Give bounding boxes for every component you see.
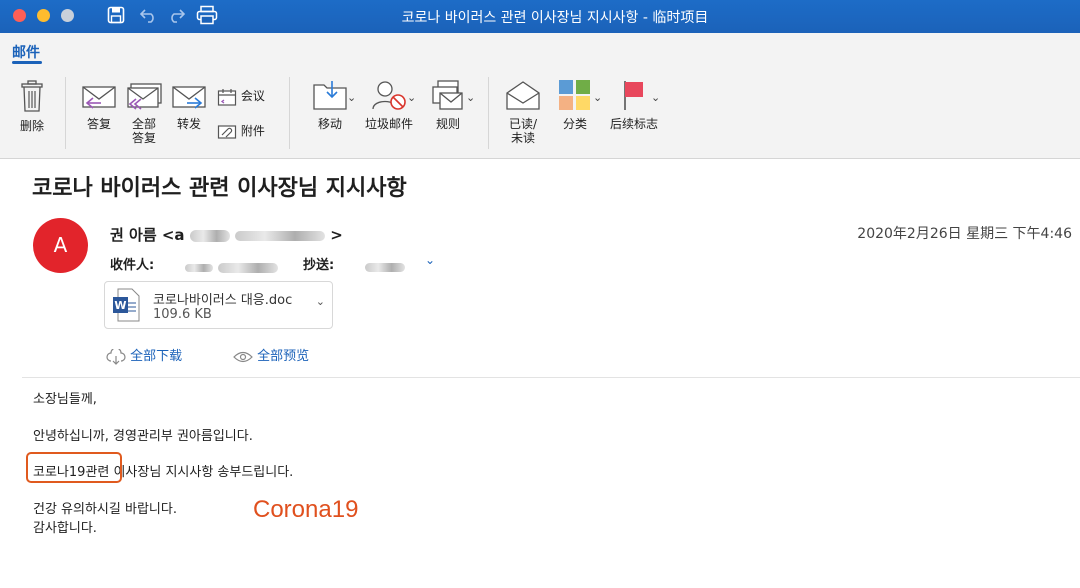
svg-text:W: W bbox=[114, 299, 126, 312]
preview-all-label: 全部预览 bbox=[257, 349, 310, 364]
attachment-button[interactable]: 附件 bbox=[217, 122, 265, 140]
read-unread-button[interactable]: 已读/ 未读 bbox=[503, 79, 543, 145]
message-subject: 코로나 바이러스 관련 이사장님 지시사항 bbox=[32, 176, 407, 201]
move-folder-icon bbox=[313, 81, 347, 110]
word-doc-icon: W bbox=[113, 288, 140, 322]
tab-underline bbox=[12, 61, 42, 64]
tab-mail[interactable]: 邮件 bbox=[12, 42, 40, 62]
attachment-card[interactable]: W 코로나바이러스 대응.doc 109.6 KB ⌄ bbox=[104, 281, 333, 329]
ribbon-separator bbox=[65, 77, 66, 149]
title-bar: 코로나 바이러스 관련 이사장님 지시사항 - 临时项目 bbox=[0, 0, 1080, 33]
to-recipients[interactable] bbox=[185, 257, 279, 276]
move-dropdown-icon[interactable]: ⌄ bbox=[347, 91, 356, 104]
categorize-button[interactable]: 分类 bbox=[553, 79, 597, 131]
body-closing-1: 건강 유의하시길 바랍니다. bbox=[33, 502, 177, 517]
meeting-button[interactable]: 会议 bbox=[217, 87, 265, 106]
forward-label: 转发 bbox=[176, 117, 201, 131]
reply-all-label-1: 全部 bbox=[131, 117, 156, 131]
download-all-link[interactable]: 全部下载 bbox=[106, 345, 182, 365]
cc-label: 抄送: bbox=[303, 258, 335, 273]
ribbon-separator bbox=[289, 77, 290, 149]
junk-button[interactable]: 垃圾邮件 bbox=[360, 79, 418, 131]
categorize-label: 分类 bbox=[562, 117, 587, 131]
flag-icon bbox=[624, 81, 643, 110]
sender-avatar: A bbox=[33, 218, 88, 273]
attachment-icon bbox=[217, 124, 237, 139]
to-label: 收件人: bbox=[110, 258, 155, 273]
eye-icon bbox=[233, 351, 253, 362]
followup-button[interactable]: 后续标志 bbox=[606, 79, 662, 131]
junk-icon bbox=[372, 81, 406, 110]
redacted-recipient bbox=[365, 263, 405, 272]
junk-label: 垃圾邮件 bbox=[364, 117, 413, 131]
cloud-download-icon bbox=[106, 346, 126, 365]
read-unread-label-2: 未读 bbox=[510, 131, 535, 145]
open-envelope-icon bbox=[506, 81, 540, 110]
redacted-recipient bbox=[185, 263, 213, 272]
meeting-label: 会议 bbox=[240, 89, 265, 103]
rules-dropdown-icon[interactable]: ⌄ bbox=[466, 91, 475, 104]
attachment-size: 109.6 KB bbox=[153, 307, 212, 322]
reply-all-icon bbox=[127, 83, 162, 110]
sender-end: > bbox=[330, 226, 343, 244]
move-label: 移动 bbox=[317, 117, 342, 131]
trash-icon bbox=[21, 80, 43, 112]
reply-button[interactable]: 答复 bbox=[79, 81, 119, 131]
move-button[interactable]: 移动 bbox=[304, 79, 356, 131]
redacted-recipient bbox=[218, 262, 279, 273]
forward-icon bbox=[172, 86, 206, 109]
header-divider bbox=[22, 377, 1080, 378]
body-intro: 안녕하십니까, 경영관리부 권아름입니다. bbox=[33, 429, 253, 444]
attachment-dropdown-icon[interactable]: ⌄ bbox=[316, 295, 325, 308]
attachment-label: 附件 bbox=[240, 124, 265, 138]
message-date: 2020年2月26日 星期三 下午4:46 bbox=[857, 226, 1072, 242]
delete-button[interactable]: 删除 bbox=[12, 79, 52, 133]
forward-button[interactable]: 转发 bbox=[169, 81, 209, 131]
redacted-email bbox=[189, 229, 230, 242]
read-unread-label-1: 已读/ bbox=[508, 117, 538, 131]
followup-label: 后续标志 bbox=[609, 117, 658, 131]
delete-label: 删除 bbox=[19, 119, 44, 133]
body-closing-2: 감사합니다. bbox=[33, 521, 97, 536]
rules-icon bbox=[432, 80, 463, 110]
categorize-dropdown-icon[interactable]: ⌄ bbox=[593, 91, 602, 104]
annotation-highlight-box bbox=[26, 452, 122, 483]
reply-icon bbox=[82, 86, 116, 109]
window-title: 코로나 바이러스 관련 이사장님 지시사항 - 临时项目 bbox=[401, 10, 709, 26]
redacted-email bbox=[235, 230, 326, 241]
rules-label: 规则 bbox=[435, 117, 460, 131]
reply-all-label-2: 答复 bbox=[131, 131, 156, 145]
cc-recipients[interactable] bbox=[365, 257, 405, 276]
sender[interactable]: 권 아름 <a > bbox=[110, 224, 343, 245]
ribbon-tabs: 邮件 bbox=[0, 33, 1080, 69]
download-all-label: 全部下载 bbox=[130, 349, 183, 364]
rules-button[interactable]: 规则 bbox=[424, 79, 472, 131]
sender-name: 권 아름 <a bbox=[110, 226, 185, 244]
categorize-icon bbox=[559, 80, 590, 110]
ribbon-separator bbox=[488, 77, 489, 149]
reply-all-button[interactable]: 全部 答复 bbox=[124, 81, 164, 145]
expand-recipients-icon[interactable]: ⌄ bbox=[425, 253, 435, 267]
attachment-name: 코로나바이러스 대응.doc bbox=[153, 293, 293, 308]
preview-all-link[interactable]: 全部预览 bbox=[233, 345, 309, 364]
calendar-icon bbox=[217, 88, 237, 106]
junk-dropdown-icon[interactable]: ⌄ bbox=[407, 91, 416, 104]
followup-dropdown-icon[interactable]: ⌄ bbox=[651, 91, 660, 104]
ribbon-toolbar: 删除 答复 全部 答复 转发 会议 附件 移动 ⌄ 垃圾邮件 ⌄ 规则 ⌄ 已读… bbox=[0, 69, 1080, 159]
body-main-text: 이사장님 지시사항 송부드립니다. bbox=[109, 465, 294, 480]
annotation-text: Corona19 bbox=[253, 496, 359, 523]
reply-label: 答复 bbox=[86, 117, 111, 131]
body-greeting: 소장님들께, bbox=[33, 392, 97, 407]
